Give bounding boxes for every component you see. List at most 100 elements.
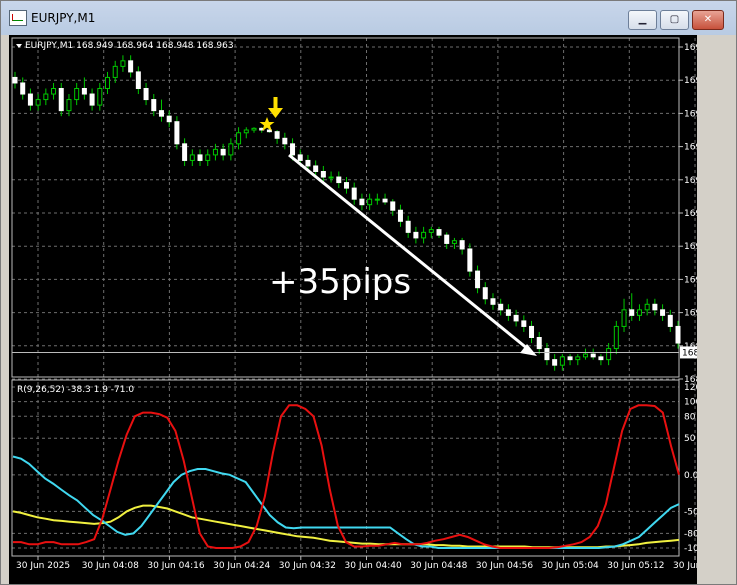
- candle-body: [667, 314, 673, 327]
- chart-canvas[interactable]: 169.515 169.455 169.395 169.335 169.275 169.2…: [9, 35, 697, 584]
- candle-body: [451, 240, 457, 244]
- indicator-tick-label: -100: [684, 544, 697, 554]
- price-pane-header: EURJPY,M1 168.949 168.964 168.948 168.96…: [25, 41, 234, 51]
- candle-body: [367, 198, 373, 206]
- indicator-tick-label: 50: [684, 434, 696, 444]
- candle-body: [567, 356, 573, 361]
- candle-body: [51, 88, 57, 95]
- candle-body: [43, 93, 49, 101]
- candle-body: [575, 356, 581, 361]
- candle-body: [660, 309, 666, 316]
- time-tick-label: 30 Jun 05:12: [607, 561, 664, 571]
- time-axis: 30 Jun 2025 30 Jun 04:08 30 Jun 04:16 30 Ju…: [16, 556, 697, 571]
- candle-body: [536, 337, 542, 350]
- time-tick-label: 30 Jun 04:32: [279, 561, 336, 571]
- candle-body: [205, 154, 211, 161]
- candle-body: [189, 154, 195, 161]
- candle-body: [513, 314, 519, 322]
- candle-body: [197, 154, 203, 161]
- candle-body: [490, 298, 496, 305]
- price-pane-border: [11, 37, 680, 378]
- candle-body: [359, 198, 365, 206]
- indicator-pane-header: R(9,26,52) -38.3 1.9 -71.0: [17, 385, 134, 395]
- maximize-button[interactable]: ▢: [660, 10, 689, 30]
- candle-body: [20, 82, 26, 95]
- candle-body: [182, 143, 188, 161]
- candle-body: [544, 348, 550, 361]
- candle-body: [598, 356, 604, 361]
- candle-body: [405, 220, 411, 233]
- minimize-button[interactable]: ▁: [628, 10, 657, 30]
- price-tick-label: 169.155: [684, 242, 697, 252]
- indicator-tick-label: -80: [684, 529, 697, 539]
- time-tick-label: 30 Jun 04:40: [345, 561, 402, 571]
- price-tick-label: 169.335: [684, 143, 697, 153]
- candle-body: [521, 320, 527, 327]
- candle-body: [143, 88, 149, 101]
- pips-annotation: +35pips: [269, 262, 411, 302]
- candle-body: [374, 198, 380, 201]
- candle-body: [35, 99, 41, 106]
- candle-body: [174, 121, 180, 145]
- candle-body: [351, 187, 357, 200]
- price-tick-label: 169.215: [684, 209, 697, 219]
- candle-body: [559, 356, 565, 366]
- candle-body: [236, 132, 242, 145]
- indicator-lines: [12, 404, 680, 549]
- candle-body: [629, 309, 635, 316]
- candle-body: [313, 165, 319, 172]
- candle-body: [220, 148, 226, 156]
- chart-area[interactable]: 169.515 169.455 169.395 169.335 169.275 169.2…: [9, 35, 697, 584]
- indicator-tick-label: 80: [684, 412, 696, 422]
- candle-body: [158, 110, 164, 117]
- candle-body: [89, 93, 95, 106]
- candle-body: [336, 176, 342, 184]
- candle-body: [120, 60, 126, 67]
- title-bar[interactable]: EURJPY,M1 ▁ ▢ ✕: [1, 1, 736, 35]
- candle-body: [212, 148, 218, 156]
- candle-body: [552, 359, 558, 366]
- candle-body: [413, 231, 419, 239]
- candle-body: [382, 198, 388, 203]
- candle-body: [81, 88, 87, 95]
- chart-app-icon: [9, 10, 27, 26]
- candle-body: [613, 325, 619, 350]
- candle-body: [397, 209, 403, 222]
- candle-body: [282, 137, 288, 145]
- candle-body: [290, 143, 296, 156]
- dropdown-triangle-icon[interactable]: [16, 44, 22, 48]
- candle-body: [243, 129, 249, 134]
- candle-body: [606, 348, 612, 361]
- candle-body: [390, 201, 396, 211]
- candle-body: [128, 60, 134, 73]
- candle-body: [436, 229, 442, 236]
- candles: [12, 55, 681, 371]
- candle-body: [428, 229, 434, 233]
- price-tick-label: 169.455: [684, 76, 697, 86]
- candle-body: [27, 93, 33, 106]
- price-tick-label: 169.275: [684, 176, 697, 186]
- candle-body: [151, 99, 157, 112]
- time-tick-label: 30 Jun 04:24: [213, 561, 270, 571]
- close-button[interactable]: ✕: [692, 10, 724, 30]
- candle-body: [505, 309, 511, 316]
- candle-body: [482, 287, 488, 300]
- candle-body: [97, 88, 103, 106]
- candle-body: [590, 353, 596, 358]
- time-tick-label: 30 Jun 05:04: [542, 561, 599, 571]
- price-tick-label: 169.515: [684, 43, 697, 53]
- candle-body: [498, 303, 504, 311]
- indicator-tick-label: 0.00: [684, 471, 697, 481]
- time-tick-label: 30 Jun 05:20: [673, 561, 697, 571]
- candle-body: [444, 234, 450, 244]
- time-tick-label: 30 Jun 04:48: [410, 561, 467, 571]
- price-tick-label: 169.095: [684, 275, 697, 285]
- candle-body: [105, 76, 111, 90]
- candle-body: [459, 240, 465, 250]
- candle-body: [74, 88, 80, 101]
- candle-body: [475, 270, 481, 289]
- indicator-tick-label: -50: [684, 507, 697, 517]
- candle-body: [652, 303, 658, 311]
- indicator-tick-label: 120: [684, 383, 697, 393]
- window-title: EURJPY,M1: [31, 11, 96, 25]
